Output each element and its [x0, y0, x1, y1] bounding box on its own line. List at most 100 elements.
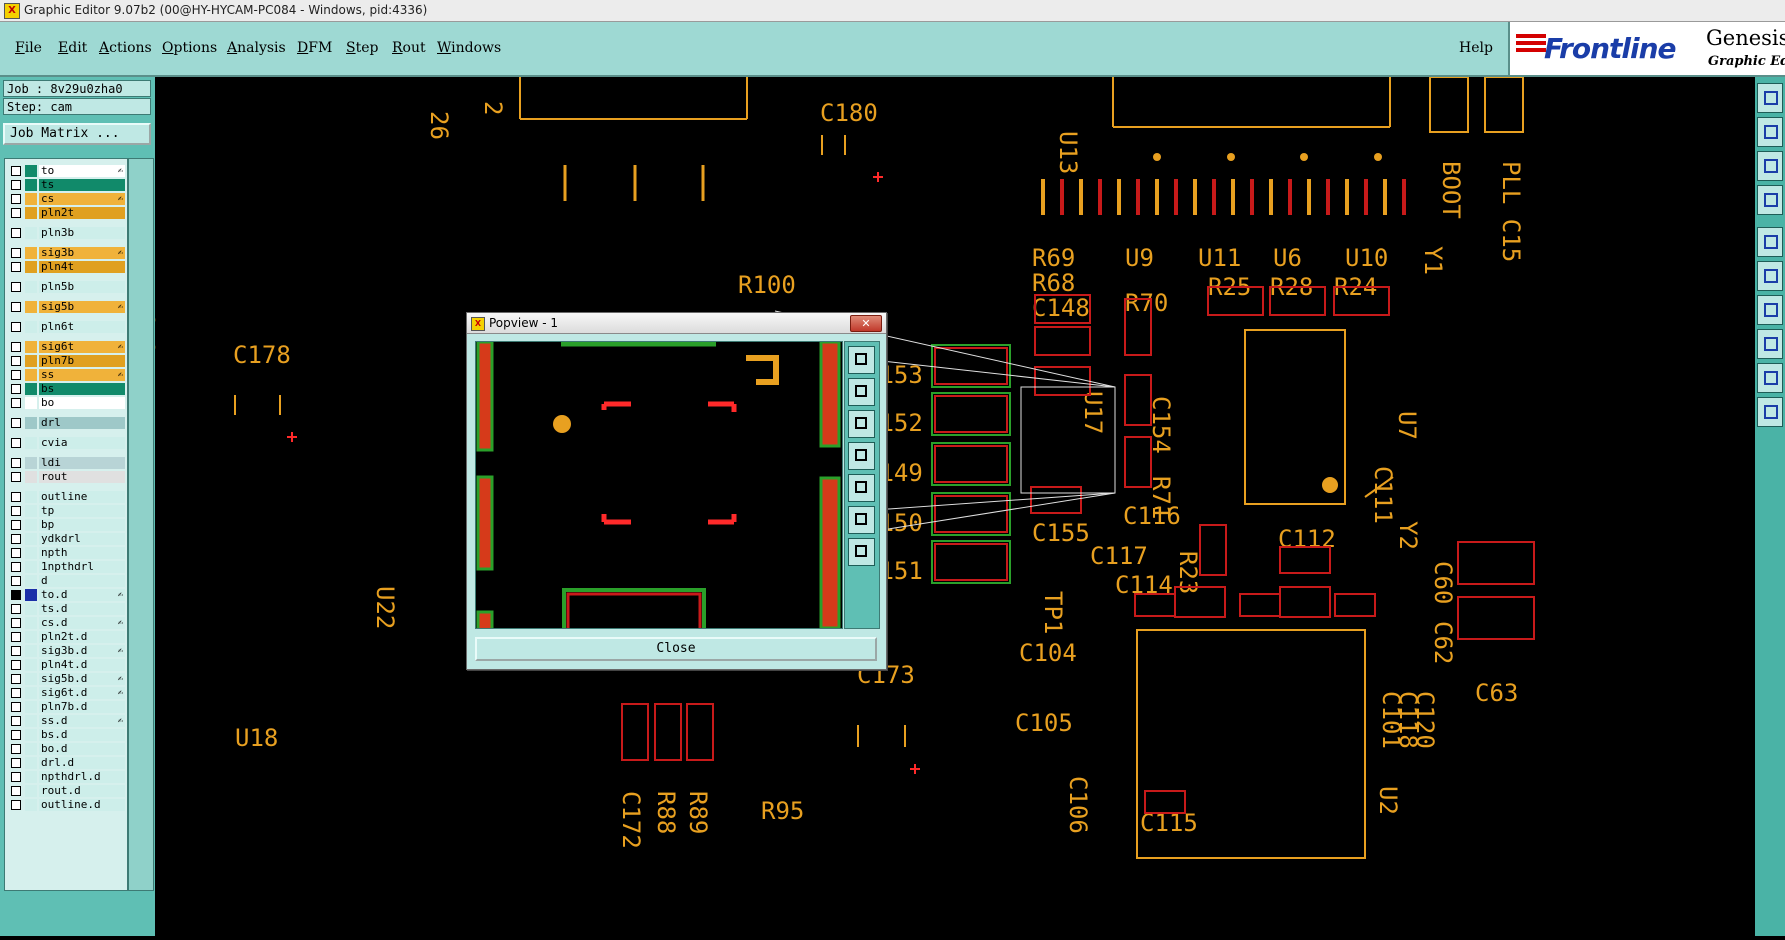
popview-tool-pan-left[interactable]: [848, 442, 875, 470]
layer-name[interactable]: pln3b: [39, 227, 125, 239]
tool-snap[interactable]: [1757, 329, 1783, 359]
tool-select[interactable]: [1757, 227, 1783, 257]
layer-checkbox[interactable]: [11, 674, 21, 684]
layer-checkbox[interactable]: [11, 228, 21, 238]
menu-help[interactable]: Help: [1459, 40, 1493, 56]
layer-checkbox[interactable]: [11, 262, 21, 272]
layer-color-swatch[interactable]: [25, 471, 37, 483]
layer-row[interactable]: rout.d: [7, 785, 125, 797]
layer-row[interactable]: pln5b: [7, 281, 125, 293]
layer-color-swatch[interactable]: [25, 701, 37, 713]
layer-name[interactable]: bs.d: [39, 729, 125, 741]
menu-edit[interactable]: Edit: [58, 40, 87, 56]
layer-checkbox[interactable]: [11, 590, 21, 600]
layer-name[interactable]: bo: [39, 397, 125, 409]
layer-checkbox[interactable]: [11, 548, 21, 558]
layer-checkbox[interactable]: [11, 702, 21, 712]
layer-row[interactable]: to.d ✍: [7, 589, 125, 601]
layer-color-swatch[interactable]: [25, 247, 37, 259]
layer-name[interactable]: bs: [39, 383, 125, 395]
layer-name[interactable]: pln7b: [39, 355, 125, 367]
menu-actions[interactable]: Actions: [99, 40, 152, 56]
popview-close-button[interactable]: Close: [475, 637, 877, 661]
menu-options[interactable]: Options: [162, 40, 217, 56]
layer-row[interactable]: sig3b ✍: [7, 247, 125, 259]
layer-checkbox[interactable]: [11, 660, 21, 670]
layer-color-swatch[interactable]: [25, 687, 37, 699]
layer-color-swatch[interactable]: [25, 179, 37, 191]
layer-color-swatch[interactable]: [25, 491, 37, 503]
layer-color-swatch[interactable]: [25, 589, 37, 601]
layer-row[interactable]: ss ✍: [7, 369, 125, 381]
tool-pan[interactable]: [1757, 185, 1783, 215]
layer-row[interactable]: bo: [7, 397, 125, 409]
layer-name[interactable]: sig5b ✍: [39, 301, 125, 313]
menu-rout[interactable]: Rout: [392, 40, 426, 56]
layer-color-swatch[interactable]: [25, 321, 37, 333]
layer-row[interactable]: ydkdrl: [7, 533, 125, 545]
layer-color-swatch[interactable]: [25, 417, 37, 429]
layer-name[interactable]: ts: [39, 179, 125, 191]
layer-row[interactable]: pln4t: [7, 261, 125, 273]
popview-tool-pan-right[interactable]: [848, 474, 875, 502]
layer-checkbox[interactable]: [11, 370, 21, 380]
layer-checkbox[interactable]: [11, 730, 21, 740]
layer-color-swatch[interactable]: [25, 519, 37, 531]
layer-name[interactable]: outline: [39, 491, 125, 503]
layer-color-swatch[interactable]: [25, 193, 37, 205]
layer-color-swatch[interactable]: [25, 757, 37, 769]
layer-row[interactable]: drl: [7, 417, 125, 429]
layer-color-swatch[interactable]: [25, 729, 37, 741]
layer-checkbox[interactable]: [11, 576, 21, 586]
layer-row[interactable]: pln4t.d: [7, 659, 125, 671]
layer-color-swatch[interactable]: [25, 369, 37, 381]
layer-name[interactable]: ss ✍: [39, 369, 125, 381]
layer-checkbox[interactable]: [11, 688, 21, 698]
layer-color-swatch[interactable]: [25, 457, 37, 469]
layer-row[interactable]: pln2t: [7, 207, 125, 219]
popview-close-x-button[interactable]: ✕: [850, 315, 882, 332]
layer-row[interactable]: cvia: [7, 437, 125, 449]
layer-checkbox[interactable]: [11, 248, 21, 258]
layer-checkbox[interactable]: [11, 208, 21, 218]
layer-color-swatch[interactable]: [25, 533, 37, 545]
layer-name[interactable]: pln7b.d: [39, 701, 125, 713]
layer-name[interactable]: rout.d: [39, 785, 125, 797]
menu-file[interactable]: File: [15, 40, 42, 56]
layer-name[interactable]: npthdrl.d: [39, 771, 125, 783]
layer-name[interactable]: cvia: [39, 437, 125, 449]
layer-row[interactable]: pln7b: [7, 355, 125, 367]
layer-name[interactable]: rout: [39, 471, 125, 483]
layer-checkbox[interactable]: [11, 772, 21, 782]
layer-color-swatch[interactable]: [25, 547, 37, 559]
layer-row[interactable]: sig6t.d ✍: [7, 687, 125, 699]
layer-name[interactable]: pln2t: [39, 207, 125, 219]
layer-color-swatch[interactable]: [25, 397, 37, 409]
layer-list-scrollbar[interactable]: [128, 158, 154, 891]
layer-checkbox[interactable]: [11, 282, 21, 292]
layer-color-swatch[interactable]: [25, 617, 37, 629]
layer-name[interactable]: 1npthdrl: [39, 561, 125, 573]
layer-checkbox[interactable]: [11, 438, 21, 448]
layer-row[interactable]: sig3b.d ✍: [7, 645, 125, 657]
layer-color-swatch[interactable]: [25, 673, 37, 685]
layer-row[interactable]: bs: [7, 383, 125, 395]
layer-checkbox[interactable]: [11, 322, 21, 332]
layer-row[interactable]: to ✍: [7, 165, 125, 177]
layer-row[interactable]: bp: [7, 519, 125, 531]
layer-name[interactable]: sig3b ✍: [39, 247, 125, 259]
layer-row[interactable]: ts: [7, 179, 125, 191]
layer-color-swatch[interactable]: [25, 437, 37, 449]
layer-color-swatch[interactable]: [25, 227, 37, 239]
layer-checkbox[interactable]: [11, 758, 21, 768]
layer-checkbox[interactable]: [11, 618, 21, 628]
popview-tool-pan-up[interactable]: [848, 378, 875, 406]
layer-checkbox[interactable]: [11, 744, 21, 754]
layer-checkbox[interactable]: [11, 418, 21, 428]
layer-row[interactable]: pln6t: [7, 321, 125, 333]
layer-checkbox[interactable]: [11, 180, 21, 190]
job-matrix-button[interactable]: Job Matrix ...: [3, 123, 151, 145]
layer-color-swatch[interactable]: [25, 383, 37, 395]
layer-name[interactable]: pln4t: [39, 261, 125, 273]
layer-color-swatch[interactable]: [25, 715, 37, 727]
